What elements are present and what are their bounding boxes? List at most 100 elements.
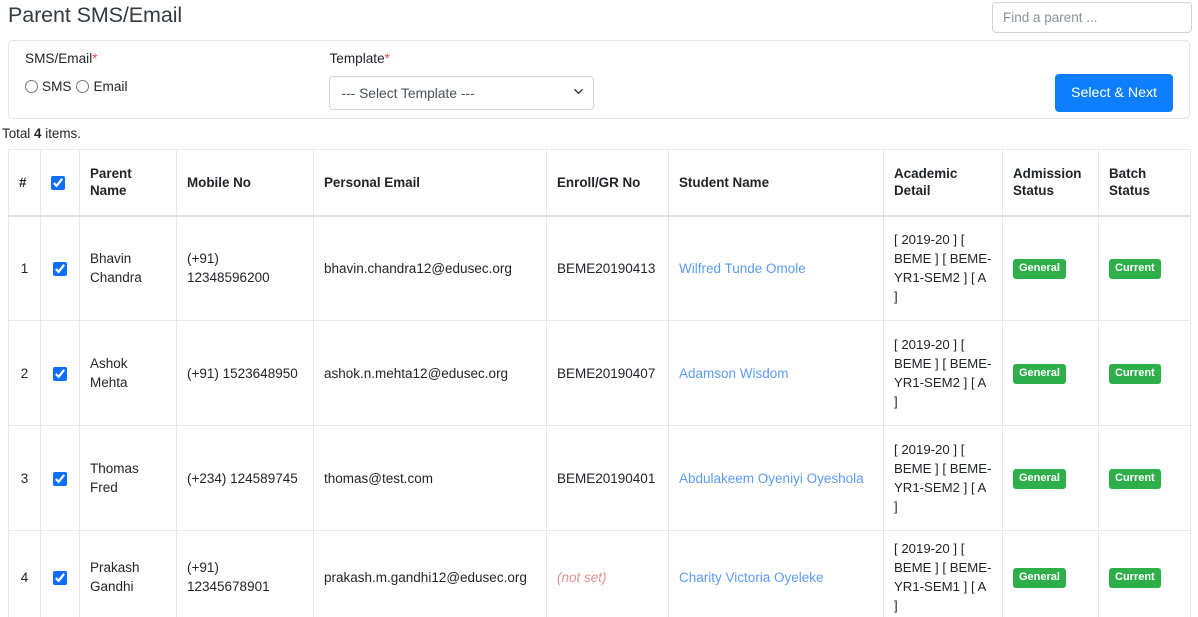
select-and-next-button[interactable]: Select & Next: [1055, 74, 1173, 112]
page-title: Parent SMS/Email: [8, 3, 183, 27]
cell-enroll-gr-no: BEME20190413: [546, 215, 669, 321]
cell-academic-detail: [ 2019-20 ] [ BEME ] [ BEME-YR1-SEM2 ] […: [883, 215, 1003, 321]
cell-enroll-gr-no: (not set): [546, 530, 669, 617]
table-row: 1 Bhavin Chandra (+91) 12348596200 bhavin.c…: [8, 215, 1191, 321]
cell-enroll-no: BEME20190407: [557, 365, 656, 381]
cell-batch-status: Current: [1098, 425, 1191, 531]
column-header-student-name: Student Name: [668, 149, 884, 217]
status-badge-batch: Current: [1109, 469, 1161, 489]
filter-panel: SMS/Email* SMS Email Template* --- Selec…: [8, 40, 1190, 119]
column-header-index: #: [8, 149, 41, 217]
cell-student-name: Wilfred Tunde Omole: [668, 215, 884, 321]
cell-row-index: 2: [8, 320, 41, 426]
radio-sms-input[interactable]: [25, 79, 38, 93]
page-root: Parent SMS/Email SMS/Email* SMS Email: [0, 0, 1198, 617]
radio-email-input[interactable]: [76, 79, 90, 93]
cell-mobile-no: (+234) 124589745: [176, 425, 314, 531]
radio-option-sms[interactable]: SMS: [25, 79, 71, 94]
column-header-admission-status: Admission Status: [1002, 149, 1099, 217]
cell-batch-status: Current: [1098, 530, 1191, 617]
column-header-parent-name: Parent Name: [79, 149, 177, 217]
column-header-enroll-gr-no: Enroll/GR No: [546, 149, 669, 217]
table-header-row: # Parent Name Mobile No Personal Email E…: [8, 149, 1191, 217]
row-select-checkbox[interactable]: [53, 262, 67, 277]
sms-email-label-text: SMS/Email: [25, 51, 93, 66]
status-badge-admission: General: [1013, 568, 1066, 588]
total-count: 4: [34, 126, 42, 141]
select-all-checkbox[interactable]: [51, 176, 65, 191]
column-header-academic-detail: Academic Detail: [883, 149, 1003, 217]
table-row: 4 Prakash Gandhi (+91) 12345678901 prakash.…: [8, 530, 1191, 617]
cell-mobile-no: (+91) 12345678901: [176, 530, 314, 617]
cell-enroll-gr-no: BEME20190401: [546, 425, 669, 531]
template-select-wrapper: --- Select Template ---: [329, 76, 595, 110]
cell-admission-status: General: [1002, 320, 1099, 426]
cell-row-checkbox: [40, 425, 80, 531]
table-body: 1 Bhavin Chandra (+91) 12348596200 bhavin.c…: [8, 215, 1191, 617]
row-select-checkbox[interactable]: [53, 570, 67, 585]
cell-enroll-gr-no: BEME20190407: [546, 320, 669, 426]
cell-personal-email: bhavin.chandra12@edusec.org: [313, 215, 547, 321]
radio-option-email[interactable]: Email: [76, 79, 127, 94]
required-asterisk-template: *: [384, 51, 390, 66]
cell-enroll-no: BEME20190413: [557, 260, 656, 276]
template-label-text: Template: [329, 51, 385, 66]
cell-admission-status: General: [1002, 425, 1099, 531]
table-row: 2 Ashok Mehta (+91) 1523648950 ashok.n.meht…: [8, 320, 1191, 426]
student-name-link[interactable]: Charity Victoria Oyeleke: [679, 570, 824, 585]
cell-batch-status: Current: [1098, 320, 1191, 426]
cell-row-checkbox: [40, 320, 80, 426]
cell-academic-detail: [ 2019-20 ] [ BEME ] [ BEME-YR1-SEM1 ] […: [883, 530, 1003, 617]
total-items-label: Total 4 items.: [2, 125, 81, 143]
cell-row-index: 3: [8, 425, 41, 531]
cell-student-name: Abdulakeem Oyeniyi Oyeshola: [668, 425, 884, 531]
cell-personal-email: prakash.m.gandhi12@edusec.org: [313, 530, 547, 617]
page-header: Parent SMS/Email: [0, 0, 1198, 36]
cell-row-checkbox: [40, 215, 80, 321]
column-header-batch-status: Batch Status: [1098, 149, 1191, 217]
cell-enroll-no: BEME20190401: [557, 470, 656, 486]
cell-row-index: 4: [8, 530, 41, 617]
student-name-link[interactable]: Adamson Wisdom: [679, 366, 789, 381]
template-field-group: Template* --- Select Template ---: [127, 50, 595, 110]
cell-academic-detail: [ 2019-20 ] [ BEME ] [ BEME-YR1-SEM2 ] […: [883, 425, 1003, 531]
cell-admission-status: General: [1002, 215, 1099, 321]
column-header-select-all: [40, 149, 80, 217]
total-prefix: Total: [2, 126, 31, 141]
table-row: 3 Thomas Fred (+234) 124589745 thomas@test.…: [8, 425, 1191, 531]
student-name-link[interactable]: Abdulakeem Oyeniyi Oyeshola: [679, 471, 864, 486]
template-label: Template*: [329, 50, 594, 68]
status-badge-admission: General: [1013, 364, 1066, 384]
row-select-checkbox[interactable]: [53, 366, 67, 381]
template-select[interactable]: --- Select Template ---: [329, 76, 595, 110]
cell-parent-name: Bhavin Chandra: [79, 215, 177, 321]
status-badge-batch: Current: [1109, 568, 1161, 588]
cell-parent-name: Thomas Fred: [79, 425, 177, 531]
cell-personal-email: ashok.n.mehta12@edusec.org: [313, 320, 547, 426]
table-head: # Parent Name Mobile No Personal Email E…: [8, 149, 1191, 217]
row-select-checkbox[interactable]: [53, 471, 67, 486]
radio-sms-label: SMS: [42, 78, 72, 94]
student-name-link[interactable]: Wilfred Tunde Omole: [679, 261, 806, 276]
cell-row-index: 1: [8, 215, 41, 321]
cell-mobile-no: (+91) 12348596200: [176, 215, 314, 321]
status-badge-admission: General: [1013, 469, 1066, 489]
parents-table: # Parent Name Mobile No Personal Email E…: [8, 149, 1191, 617]
cell-student-name: Adamson Wisdom: [668, 320, 884, 426]
cell-personal-email: thomas@test.com: [313, 425, 547, 531]
cell-enroll-not-set: (not set): [557, 569, 607, 585]
status-badge-batch: Current: [1109, 364, 1161, 384]
column-header-mobile-no: Mobile No: [176, 149, 314, 217]
sms-email-field-group: SMS/Email* SMS Email: [9, 50, 127, 96]
required-asterisk-sms: *: [92, 51, 98, 66]
cell-mobile-no: (+91) 1523648950: [176, 320, 314, 426]
status-badge-admission: General: [1013, 259, 1066, 280]
column-header-personal-email: Personal Email: [313, 149, 547, 217]
sms-email-label: SMS/Email*: [25, 50, 127, 68]
cell-row-checkbox: [40, 530, 80, 617]
parents-table-wrapper: # Parent Name Mobile No Personal Email E…: [8, 149, 1191, 617]
search-input[interactable]: [992, 2, 1192, 33]
status-badge-batch: Current: [1109, 259, 1161, 280]
cell-batch-status: Current: [1098, 215, 1191, 321]
sms-email-radio-group: SMS Email: [25, 76, 127, 96]
